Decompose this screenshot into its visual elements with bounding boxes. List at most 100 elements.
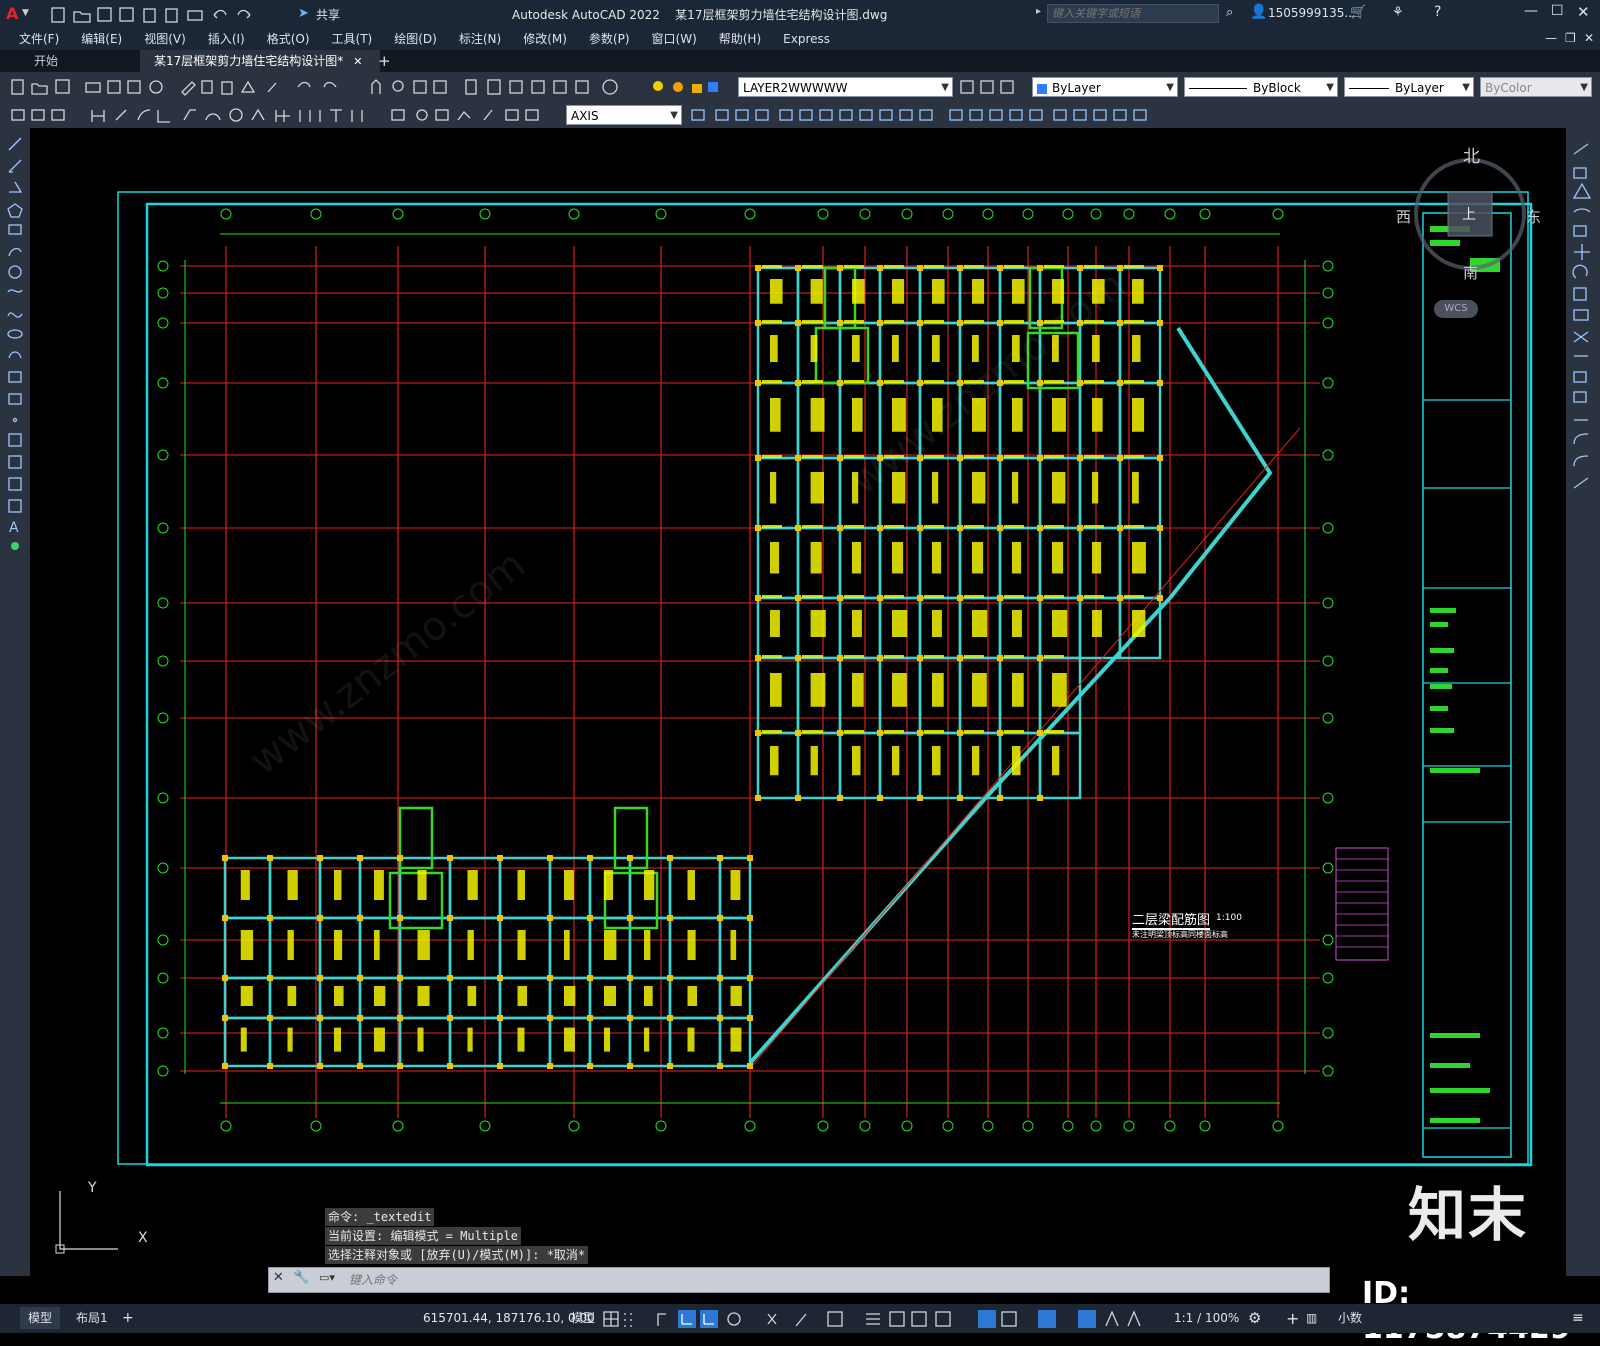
plot-icon[interactable] [187, 10, 203, 21]
t2-match-icon[interactable] [31, 109, 45, 121]
3d-osnap-icon[interactable] [935, 1311, 951, 1327]
annotation-scale-value[interactable]: 1:1 / 100% [1174, 1304, 1239, 1333]
command-close-icon[interactable]: ✕ [273, 1270, 284, 1285]
m-scale-icon[interactable] [859, 109, 873, 121]
draw-polyline-icon[interactable] [9, 181, 23, 193]
workspace-gear-icon[interactable]: ⚙ [1248, 1304, 1261, 1333]
annotation-monitor-plus-icon[interactable]: + [1286, 1304, 1299, 1333]
wcs-menu-button[interactable]: WCS [1434, 300, 1478, 318]
dim-tolerance-icon[interactable] [391, 109, 405, 121]
dim-jogline-icon[interactable] [457, 111, 471, 121]
draw-rectangle-icon[interactable] [8, 224, 22, 235]
dim-radius-icon[interactable] [183, 109, 196, 121]
draw-gradient-icon[interactable] [8, 455, 22, 469]
menu-tools[interactable]: 工具(T) [321, 28, 384, 50]
viewcube-south[interactable]: 南 [1463, 262, 1478, 283]
search-input[interactable] [1047, 4, 1219, 23]
layer-dropdown[interactable]: LAYER2WWWWW ▼ [738, 77, 953, 97]
user-name[interactable]: 1505999135... [1268, 6, 1356, 20]
dim-jogged-icon[interactable] [205, 113, 221, 121]
viewcube-east[interactable]: 东 [1526, 206, 1541, 227]
dim-edit-icon[interactable] [483, 109, 493, 121]
dim-quick-icon[interactable] [275, 110, 290, 122]
tb-properties-icon[interactable] [465, 79, 477, 95]
tb-copy-icon[interactable] [201, 80, 213, 94]
undo-icon[interactable] [213, 9, 227, 19]
side-scale-icon[interactable] [1573, 287, 1587, 301]
app-menu-chevron-icon[interactable]: ▼ [22, 8, 29, 18]
side-erase-icon[interactable] [1573, 143, 1589, 155]
side-mirror-icon[interactable] [1572, 182, 1592, 199]
tb-undo-icon[interactable] [297, 81, 311, 88]
menu-parametric[interactable]: 参数(P) [578, 28, 641, 50]
side-join-icon[interactable] [1573, 391, 1587, 403]
draw-spline-icon[interactable] [7, 312, 23, 318]
draw-hatch-icon[interactable] [8, 433, 22, 447]
dim-linear-icon[interactable] [91, 110, 105, 122]
command-recent-icon[interactable]: ▭▾ [319, 1271, 335, 1284]
side-explode-icon[interactable] [1573, 477, 1589, 489]
save-icon[interactable] [97, 7, 112, 22]
tb-designcenter-icon[interactable] [487, 79, 501, 95]
side-trim-icon[interactable] [1573, 331, 1589, 343]
side-blend-icon[interactable] [1573, 455, 1589, 467]
dim-baseline-icon[interactable] [299, 110, 321, 122]
tb-toolpalette-icon[interactable] [509, 80, 523, 94]
dynamic-ucs-icon[interactable] [978, 1310, 996, 1328]
m-rotate-icon[interactable] [839, 109, 853, 121]
m-join-icon[interactable] [969, 109, 983, 121]
gizmo-icon[interactable] [1038, 1310, 1056, 1328]
new-icon[interactable] [51, 7, 65, 23]
layer-previous-icon[interactable] [980, 80, 994, 94]
side-rotate-icon[interactable] [1572, 264, 1588, 279]
tb-zoom-window-icon[interactable] [413, 80, 427, 94]
dim-inspect-icon[interactable] [435, 109, 449, 121]
redo-icon[interactable] [237, 9, 251, 19]
dim-space-icon[interactable] [351, 110, 363, 122]
tb-pan-icon[interactable] [371, 79, 381, 94]
units-value[interactable]: 小数 [1338, 1304, 1362, 1333]
tb-publish-icon[interactable] [127, 80, 141, 94]
tb-markup-icon[interactable] [553, 80, 567, 94]
ortho-icon[interactable] [700, 1310, 718, 1328]
tb-help-icon[interactable] [602, 79, 618, 95]
viewcube-north[interactable]: 北 [1463, 142, 1480, 167]
draw-make-block-icon[interactable] [8, 393, 22, 405]
dimstyle-manager-icon[interactable] [691, 109, 705, 121]
tb-sheetset-icon[interactable] [531, 80, 545, 94]
autocad-logo-icon[interactable]: A [6, 4, 18, 23]
tb-quickcalc-icon[interactable] [575, 80, 589, 94]
tb-redo-icon[interactable] [323, 81, 337, 88]
dim-update-icon[interactable] [525, 109, 539, 121]
dim-diameter-icon[interactable] [229, 108, 243, 122]
cursor-coordinates[interactable]: 615701.44, 187176.10, 0.00 [423, 1304, 595, 1333]
menu-insert[interactable]: 插入(I) [197, 28, 256, 50]
maximize-button[interactable]: ☐ [1551, 3, 1564, 19]
dim-center-icon[interactable] [416, 109, 428, 121]
side-array-icon[interactable] [1573, 225, 1587, 237]
dim-textedit-icon[interactable] [505, 109, 519, 121]
layer-states-icon[interactable] [1000, 80, 1014, 94]
tb-save-icon[interactable] [55, 79, 70, 94]
doc-minimize-button[interactable]: — [1545, 31, 1557, 45]
m-copy-icon[interactable] [735, 109, 749, 121]
lineweight-icon[interactable] [866, 1313, 880, 1325]
m-erase-icon[interactable] [715, 109, 729, 121]
draw-ellipse-arc-icon[interactable] [8, 351, 22, 359]
m-measure-icon[interactable] [1113, 109, 1127, 121]
share-icon[interactable]: ➤ [298, 6, 309, 21]
layer-unlock-icon[interactable] [692, 84, 702, 93]
side-fillet-icon[interactable] [1573, 433, 1589, 445]
menu-format[interactable]: 格式(O) [256, 28, 321, 50]
side-copy-icon[interactable] [1573, 167, 1587, 179]
tb-zoom-previous-icon[interactable] [433, 80, 447, 94]
search-icon[interactable]: ⌕ [1226, 5, 1233, 20]
linetype-dropdown[interactable]: ByBlock ▼ [1184, 77, 1338, 97]
menu-modify[interactable]: 修改(M) [512, 28, 578, 50]
m-break-icon[interactable] [949, 109, 963, 121]
draw-line-icon[interactable] [8, 137, 22, 151]
layout-tab-model[interactable]: 模型 [20, 1307, 61, 1329]
menu-express[interactable]: Express [772, 28, 841, 50]
command-customize-wrench-icon[interactable]: 🔧 [293, 1270, 309, 1285]
draw-circle-icon[interactable] [8, 265, 22, 279]
